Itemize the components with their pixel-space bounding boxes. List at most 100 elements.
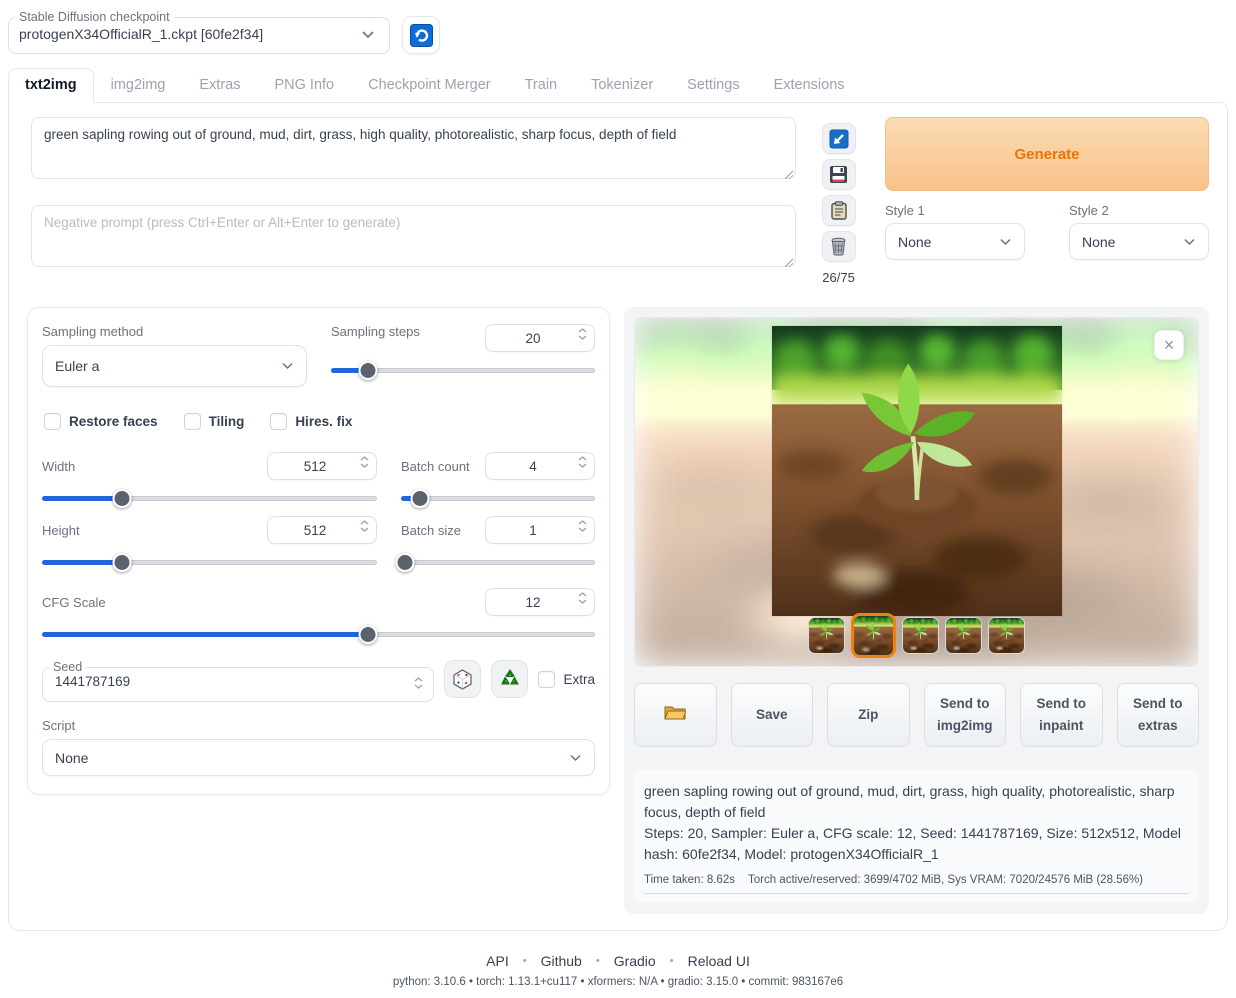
save-button[interactable]: Save — [731, 683, 814, 747]
restore-faces-checkbox[interactable]: Restore faces — [44, 413, 158, 430]
reuse-seed-button[interactable] — [491, 660, 528, 698]
checkpoint-select[interactable]: Stable Diffusion checkpoint protogenX34O… — [8, 10, 390, 54]
apply-style-button[interactable] — [822, 195, 856, 226]
tab-tokenizer[interactable]: Tokenizer — [574, 68, 670, 103]
script-dropdown[interactable]: None — [42, 739, 595, 776]
stepper-arrows-icon[interactable] — [578, 328, 587, 340]
style2-value: None — [1082, 234, 1115, 250]
sampling-steps-input[interactable] — [485, 324, 595, 352]
prompt-column: green sapling rowing out of ground, mud,… — [19, 117, 796, 270]
txt2img-panel: green sapling rowing out of ground, mud,… — [8, 102, 1228, 931]
tab-img2img[interactable]: img2img — [94, 68, 183, 103]
gallery-thumbnails — [635, 613, 1198, 658]
style1-dropdown[interactable]: None — [885, 223, 1025, 260]
thumbnail-2-selected[interactable] — [851, 613, 896, 658]
tab-settings[interactable]: Settings — [670, 68, 756, 103]
hires-fix-label: Hires. fix — [295, 414, 352, 429]
close-image-button[interactable]: × — [1154, 330, 1184, 360]
send-to-img2img-button[interactable]: Send to img2img — [924, 683, 1007, 747]
stepper-arrows-icon[interactable] — [578, 456, 587, 468]
extra-seed-checkbox[interactable]: Extra — [538, 671, 595, 688]
footer-link-gradio[interactable]: Gradio — [614, 953, 656, 969]
checkpoint-header: Stable Diffusion checkpoint protogenX34O… — [8, 8, 1228, 68]
batch-count-slider[interactable] — [401, 488, 595, 508]
stepper-arrows-icon[interactable] — [578, 592, 587, 604]
sampling-method-dropdown[interactable]: Euler a — [42, 345, 307, 387]
open-folder-button[interactable] — [634, 683, 717, 747]
stepper-arrows-icon[interactable] — [360, 520, 369, 532]
footer-link-api[interactable]: API — [486, 953, 509, 969]
chevron-down-icon — [569, 754, 582, 762]
generate-button[interactable]: Generate — [885, 117, 1209, 191]
tab-extras[interactable]: Extras — [182, 68, 257, 103]
sampling-steps-slider[interactable] — [331, 360, 595, 380]
stepper-arrows-icon[interactable] — [360, 456, 369, 468]
thumbnail-3[interactable] — [902, 617, 939, 654]
script-label: Script — [42, 718, 595, 733]
width-input[interactable] — [267, 452, 377, 480]
send-to-inpaint-button[interactable]: Send to inpaint — [1020, 683, 1103, 747]
tab-train[interactable]: Train — [508, 68, 575, 103]
sd-webui-page: Stable Diffusion checkpoint protogenX34O… — [0, 0, 1236, 998]
checkbox-box[interactable] — [538, 671, 555, 688]
style2-dropdown[interactable]: None — [1069, 223, 1209, 260]
height-slider[interactable] — [42, 552, 377, 572]
tab-txt2img[interactable]: txt2img — [8, 68, 94, 103]
floppy-disk-icon — [829, 165, 848, 184]
batch-count-label: Batch count — [401, 459, 470, 474]
sampling-method-value: Euler a — [55, 358, 99, 374]
extra-label: Extra — [563, 672, 595, 687]
seed-input[interactable] — [55, 674, 355, 689]
tiling-label: Tiling — [209, 414, 245, 429]
refresh-checkpoints-button[interactable] — [402, 16, 440, 54]
generation-info-prompt: green sapling rowing out of ground, mud,… — [644, 781, 1189, 823]
footer-link-github[interactable]: Github — [541, 953, 582, 969]
dot-separator: • — [596, 955, 600, 967]
thumbnail-5[interactable] — [988, 617, 1025, 654]
paste-params-button[interactable] — [822, 123, 856, 154]
batch-count-input[interactable] — [485, 452, 595, 480]
tiling-checkbox[interactable]: Tiling — [184, 413, 245, 430]
tab-png-info[interactable]: PNG Info — [257, 68, 351, 103]
checkbox-box[interactable] — [184, 413, 201, 430]
width-slider[interactable] — [42, 488, 377, 508]
stepper-arrows-icon[interactable] — [578, 520, 587, 532]
prompt-input[interactable]: green sapling rowing out of ground, mud,… — [31, 117, 796, 179]
tab-checkpoint-merger[interactable]: Checkpoint Merger — [351, 68, 508, 103]
thumbnail-1[interactable] — [808, 617, 845, 654]
send-to-extras-button[interactable]: Send to extras — [1117, 683, 1200, 747]
negative-prompt-input[interactable] — [31, 205, 796, 267]
cfg-scale-slider[interactable] — [42, 624, 595, 644]
chevron-down-icon — [999, 238, 1012, 246]
tab-extensions[interactable]: Extensions — [757, 68, 862, 103]
trash-icon — [830, 237, 847, 256]
close-icon: × — [1164, 335, 1175, 356]
generation-info-params: Steps: 20, Sampler: Euler a, CFG scale: … — [644, 823, 1189, 865]
checkbox-box[interactable] — [270, 413, 287, 430]
cfg-scale-input[interactable] — [485, 588, 595, 616]
chevron-down-icon — [281, 362, 294, 370]
stepper-arrows-icon[interactable] — [414, 677, 423, 689]
width-label: Width — [42, 459, 75, 474]
batch-size-input[interactable] — [485, 516, 595, 544]
footer-link-reload-ui[interactable]: Reload UI — [688, 953, 750, 969]
prompt-tools: 26/75 — [810, 117, 867, 285]
hires-fix-checkbox[interactable]: Hires. fix — [270, 413, 352, 430]
restore-faces-label: Restore faces — [69, 414, 158, 429]
seed-field[interactable]: Seed — [42, 660, 434, 702]
clear-prompt-button[interactable] — [822, 231, 856, 262]
batch-size-slider[interactable] — [401, 552, 595, 572]
generated-image[interactable] — [772, 326, 1062, 616]
thumbnail-4[interactable] — [945, 617, 982, 654]
cfg-scale-label: CFG Scale — [42, 595, 106, 610]
refresh-icon — [410, 24, 433, 47]
random-seed-button[interactable] — [444, 660, 481, 698]
folder-icon — [664, 703, 686, 721]
checkbox-box[interactable] — [44, 413, 61, 430]
seed-label: Seed — [49, 660, 86, 674]
height-input[interactable] — [267, 516, 377, 544]
save-style-button[interactable] — [822, 159, 856, 190]
image-viewer: × — [634, 317, 1199, 667]
dot-separator: • — [523, 955, 527, 967]
zip-button[interactable]: Zip — [827, 683, 910, 747]
